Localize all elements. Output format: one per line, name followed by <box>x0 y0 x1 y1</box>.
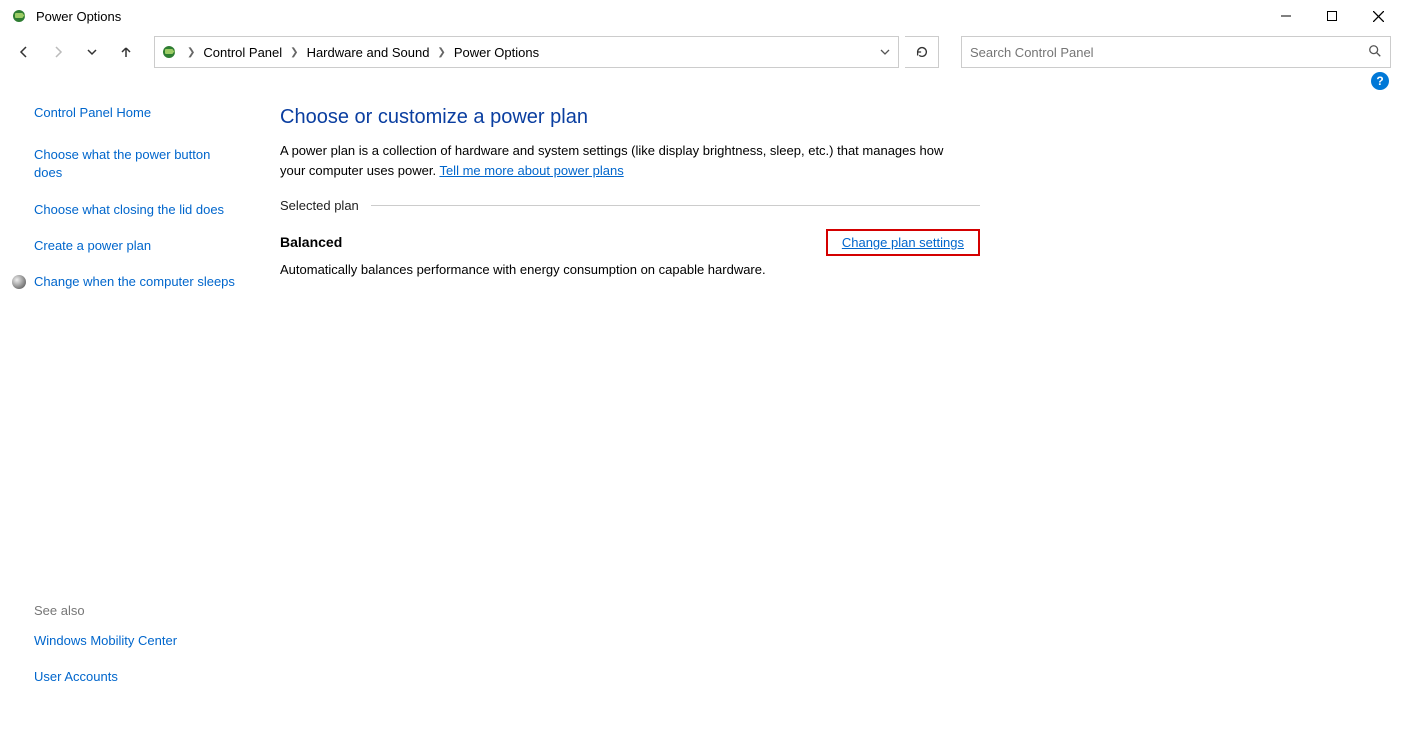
sidebar-link-power-button[interactable]: Choose what the power button does <box>34 146 240 182</box>
close-button[interactable] <box>1355 0 1401 32</box>
change-plan-settings-highlight: Change plan settings <box>826 229 980 256</box>
recent-locations-button[interactable] <box>78 38 106 66</box>
up-button[interactable] <box>112 38 140 66</box>
breadcrumb: ❯ Control Panel ❯ Hardware and Sound ❯ P… <box>183 45 872 60</box>
tell-me-more-link[interactable]: Tell me more about power plans <box>439 163 623 178</box>
refresh-button[interactable] <box>905 36 939 68</box>
sidebar-item-label: Change when the computer sleeps <box>34 274 235 289</box>
sidebar-link-create-plan[interactable]: Create a power plan <box>34 237 240 255</box>
address-bar[interactable]: ❯ Control Panel ❯ Hardware and Sound ❯ P… <box>154 36 899 68</box>
back-button[interactable] <box>10 38 38 66</box>
window-title: Power Options <box>36 9 121 24</box>
see-also-label: See also <box>34 603 240 618</box>
main-content: Choose or customize a power plan A power… <box>250 94 1010 714</box>
selected-plan-label: Selected plan <box>280 198 359 213</box>
sidebar-link-computer-sleeps[interactable]: Change when the computer sleeps <box>34 273 240 291</box>
breadcrumb-item[interactable]: Hardware and Sound <box>303 45 434 60</box>
title-bar: Power Options <box>0 0 1401 32</box>
plan-description: Automatically balances performance with … <box>280 262 960 277</box>
page-description: A power plan is a collection of hardware… <box>280 141 960 180</box>
power-options-icon <box>155 44 183 60</box>
minimize-button[interactable] <box>1263 0 1309 32</box>
search-icon[interactable] <box>1368 44 1382 61</box>
shield-icon <box>12 275 26 289</box>
search-input[interactable] <box>970 45 1368 60</box>
page-heading: Choose or customize a power plan <box>280 106 980 129</box>
see-also-user-accounts[interactable]: User Accounts <box>34 668 240 686</box>
maximize-button[interactable] <box>1309 0 1355 32</box>
breadcrumb-item[interactable]: Power Options <box>450 45 543 60</box>
change-plan-settings-link[interactable]: Change plan settings <box>842 235 964 250</box>
address-history-dropdown[interactable] <box>872 47 898 57</box>
sidebar: Control Panel Home Choose what the power… <box>0 94 250 714</box>
search-box[interactable] <box>961 36 1391 68</box>
chevron-right-icon[interactable]: ❯ <box>183 47 199 58</box>
divider <box>371 205 980 206</box>
control-panel-home-link[interactable]: Control Panel Home <box>34 104 240 122</box>
forward-button[interactable] <box>44 38 72 66</box>
plan-name: Balanced <box>280 234 342 250</box>
breadcrumb-item[interactable]: Control Panel <box>199 45 286 60</box>
chevron-right-icon[interactable]: ❯ <box>433 47 449 58</box>
window-controls <box>1263 0 1401 32</box>
chevron-right-icon[interactable]: ❯ <box>286 47 302 58</box>
power-options-icon <box>10 7 28 25</box>
help-button[interactable]: ? <box>1371 72 1389 90</box>
toolbar: ❯ Control Panel ❯ Hardware and Sound ❯ P… <box>0 32 1401 72</box>
see-also-mobility-center[interactable]: Windows Mobility Center <box>34 632 240 650</box>
sidebar-link-closing-lid[interactable]: Choose what closing the lid does <box>34 201 240 219</box>
